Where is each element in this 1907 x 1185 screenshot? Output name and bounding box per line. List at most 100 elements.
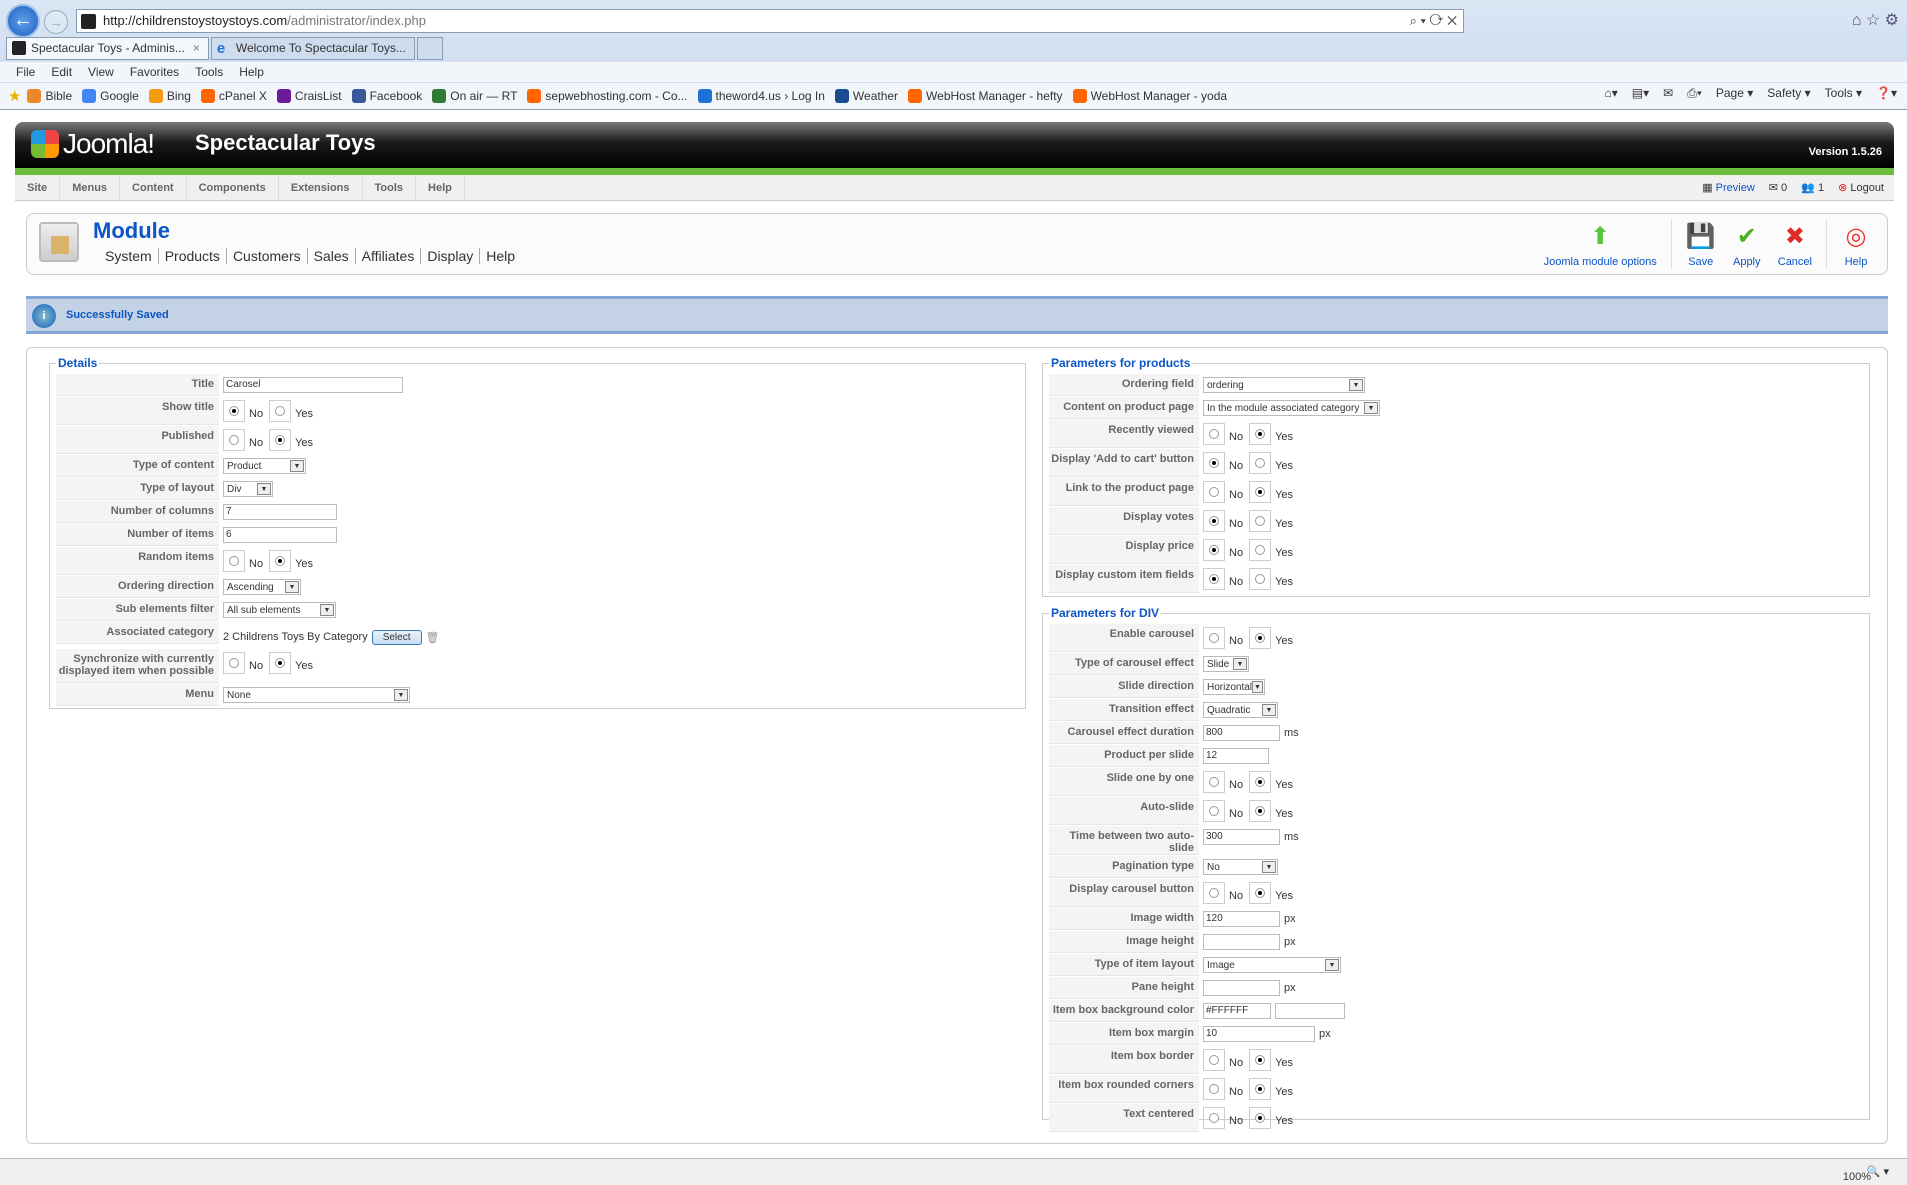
radio-no[interactable] bbox=[223, 550, 245, 572]
subnav-system[interactable]: System bbox=[99, 248, 159, 264]
radio-yes[interactable] bbox=[1249, 423, 1272, 445]
color-swatch[interactable] bbox=[1275, 1003, 1345, 1019]
menu-help[interactable]: Help bbox=[239, 62, 264, 82]
radio-yes[interactable] bbox=[269, 550, 292, 572]
type-of-carousel-effect-select[interactable]: Slide ▼ bbox=[1203, 656, 1249, 672]
menu-help[interactable]: Help bbox=[416, 175, 465, 200]
radio-no[interactable] bbox=[1203, 882, 1225, 904]
favorite-link[interactable]: sepwebhosting.com - Co... bbox=[527, 89, 688, 103]
menu-tools[interactable]: Tools bbox=[195, 62, 223, 82]
close-tab-icon[interactable]: × bbox=[193, 41, 200, 55]
radio-yes[interactable] bbox=[1249, 1049, 1272, 1071]
slide-direction-select[interactable]: Horizontal ▼ bbox=[1203, 679, 1265, 695]
cancel-button[interactable]: ✖ Cancel bbox=[1778, 222, 1812, 268]
type-of-item-layout-select[interactable]: Image ▼ bbox=[1203, 957, 1341, 973]
help-button[interactable]: ◎ Help bbox=[1841, 222, 1871, 268]
radio-yes[interactable] bbox=[269, 429, 292, 451]
radio-no[interactable] bbox=[1203, 771, 1225, 793]
address-bar[interactable]: http://childrenstoystoystoys.com/adminis… bbox=[76, 9, 1464, 33]
zoom-level[interactable]: 🔍 100% ▾ bbox=[1843, 1165, 1889, 1183]
radio-no[interactable] bbox=[1203, 452, 1225, 474]
carousel-effect-duration-input[interactable]: 800 bbox=[1203, 725, 1280, 741]
radio-no[interactable] bbox=[223, 429, 245, 451]
item-box-margin-input[interactable]: 10 bbox=[1203, 1026, 1315, 1042]
type-of-layout-select[interactable]: Div ▼ bbox=[223, 481, 273, 497]
menu-tools[interactable]: Tools bbox=[363, 175, 417, 200]
menu-view[interactable]: View bbox=[88, 62, 114, 82]
radio-no[interactable] bbox=[1203, 1049, 1225, 1071]
favorite-link[interactable]: Google bbox=[82, 89, 139, 103]
forward-button[interactable]: → bbox=[44, 10, 68, 34]
product-per-slide-input[interactable]: 12 bbox=[1203, 748, 1269, 764]
radio-yes[interactable] bbox=[1249, 568, 1272, 590]
pane-height-input[interactable] bbox=[1203, 980, 1280, 996]
subnav-products[interactable]: Products bbox=[159, 248, 227, 264]
radio-yes[interactable] bbox=[1249, 627, 1272, 649]
radio-yes[interactable] bbox=[1249, 1078, 1272, 1100]
trash-icon[interactable]: 🗑 bbox=[426, 631, 440, 644]
ordering-direction-select[interactable]: Ascending ▼ bbox=[223, 579, 301, 595]
preview-link[interactable]: ▦ Preview bbox=[1702, 175, 1755, 201]
radio-yes[interactable] bbox=[269, 400, 292, 422]
radio-no[interactable] bbox=[1203, 423, 1225, 445]
favorite-link[interactable]: On air — RT bbox=[432, 89, 517, 103]
radio-no[interactable] bbox=[1203, 481, 1225, 503]
type-of-content-select[interactable]: Product ▼ bbox=[223, 458, 306, 474]
command-2[interactable]: Tools ▾ bbox=[1825, 86, 1862, 101]
subnav-display[interactable]: Display bbox=[421, 248, 481, 264]
time-between-two-auto-slide-input[interactable]: 300 bbox=[1203, 829, 1280, 845]
subnav-sales[interactable]: Sales bbox=[308, 248, 356, 264]
users-count[interactable]: 👥 1 bbox=[1801, 175, 1824, 201]
favorite-link[interactable]: theword4.us › Log In bbox=[697, 89, 825, 103]
menu-select[interactable]: None ▼ bbox=[223, 687, 410, 703]
back-button[interactable]: ← bbox=[6, 4, 40, 38]
menu-edit[interactable]: Edit bbox=[51, 62, 72, 82]
menu-site[interactable]: Site bbox=[15, 175, 61, 200]
image-height-input[interactable] bbox=[1203, 934, 1280, 950]
menu-content[interactable]: Content bbox=[120, 175, 187, 200]
ordering-field-select[interactable]: ordering ▼ bbox=[1203, 377, 1365, 393]
radio-yes[interactable] bbox=[1249, 882, 1272, 904]
number-of-columns-input[interactable]: 7 bbox=[223, 504, 337, 520]
background-color-input[interactable]: #FFFFFF bbox=[1203, 1003, 1271, 1019]
tab-admin[interactable]: Spectacular Toys - Adminis... × bbox=[6, 37, 209, 60]
command-0[interactable]: Page ▾ bbox=[1716, 86, 1753, 101]
logout-link[interactable]: ⊗ Logout bbox=[1838, 175, 1884, 201]
menu-components[interactable]: Components bbox=[187, 175, 279, 200]
apply-button[interactable]: ✔ Apply bbox=[1732, 222, 1762, 268]
number-of-items-input[interactable]: 6 bbox=[223, 527, 337, 543]
content-on-product-page-select[interactable]: In the module associated category ▼ bbox=[1203, 400, 1380, 416]
menu-file[interactable]: File bbox=[16, 62, 35, 82]
radio-yes[interactable] bbox=[1249, 481, 1272, 503]
favorite-link[interactable]: cPanel X bbox=[200, 89, 267, 103]
radio-no[interactable] bbox=[223, 400, 245, 422]
search-refresh-stop-icons[interactable]: ⌕ ▾ ⟳ ✕ bbox=[1410, 10, 1457, 32]
new-tab-button[interactable] bbox=[416, 37, 443, 60]
command-1[interactable]: Safety ▾ bbox=[1767, 86, 1810, 101]
menu-favorites[interactable]: Favorites bbox=[130, 62, 179, 82]
subnav-affiliates[interactable]: Affiliates bbox=[356, 248, 422, 264]
radio-no[interactable] bbox=[1203, 800, 1225, 822]
home-favorites-gear-icons[interactable]: ⌂ ☆ ⚙ bbox=[1852, 10, 1899, 30]
subnav-customers[interactable]: Customers bbox=[227, 248, 308, 264]
subnav-help[interactable]: Help bbox=[480, 248, 521, 264]
favorite-link[interactable]: WebHost Manager - hefty bbox=[908, 89, 1063, 103]
transition-effect-select[interactable]: Quadratic ▼ bbox=[1203, 702, 1278, 718]
favorite-link[interactable]: Weather bbox=[834, 89, 898, 103]
radio-no[interactable] bbox=[1203, 510, 1225, 532]
pagination-type-select[interactable]: No ▼ bbox=[1203, 859, 1278, 875]
radio-yes[interactable] bbox=[1249, 510, 1272, 532]
radio-yes[interactable] bbox=[1249, 771, 1272, 793]
favorite-link[interactable]: WebHost Manager - yoda bbox=[1072, 89, 1227, 103]
radio-no[interactable] bbox=[1203, 1078, 1225, 1100]
radio-no[interactable] bbox=[1203, 627, 1225, 649]
radio-yes[interactable] bbox=[1249, 452, 1272, 474]
select-category-button[interactable]: Select bbox=[371, 629, 422, 645]
radio-yes[interactable] bbox=[269, 652, 292, 674]
help-icon[interactable]: ❓▾ bbox=[1876, 86, 1897, 101]
favorites-star-icon[interactable]: ★ bbox=[8, 87, 21, 105]
favorite-link[interactable]: CraisList bbox=[276, 89, 342, 103]
tab-welcome[interactable]: e Welcome To Spectacular Toys... bbox=[210, 37, 415, 60]
radio-yes[interactable] bbox=[1249, 800, 1272, 822]
favorite-link[interactable]: Facebook bbox=[351, 89, 422, 103]
